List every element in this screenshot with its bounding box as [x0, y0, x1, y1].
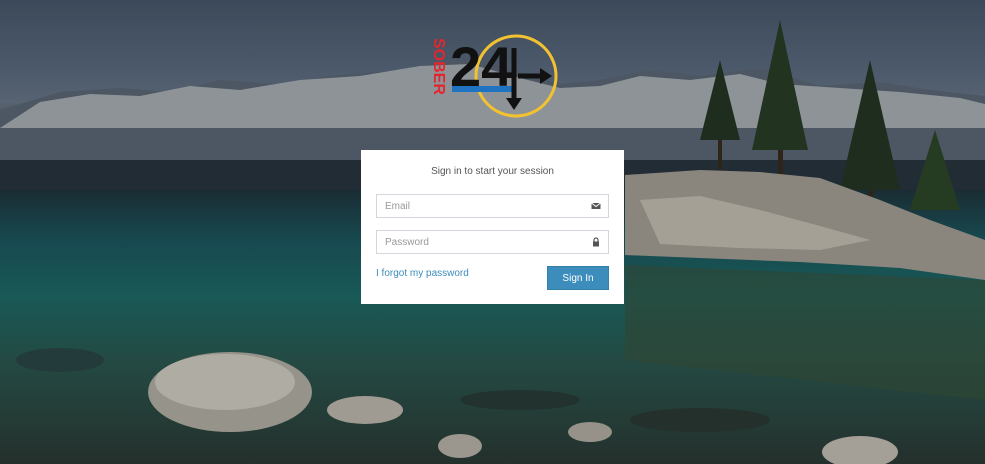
login-box: Sign in to start your session I forgot m…	[361, 150, 624, 304]
sign-in-button[interactable]: Sign In	[547, 266, 609, 290]
sober24-logo: SOBER 24	[422, 28, 562, 124]
email-field[interactable]	[376, 194, 609, 218]
envelope-icon	[591, 202, 601, 209]
email-input[interactable]	[377, 195, 593, 217]
svg-text:SOBER: SOBER	[430, 38, 447, 95]
forgot-password-link[interactable]: I forgot my password	[376, 268, 469, 279]
login-message: Sign in to start your session	[431, 166, 554, 177]
login-actions: I forgot my password Sign In	[376, 266, 609, 290]
password-input[interactable]	[377, 231, 593, 253]
lock-icon	[593, 237, 599, 247]
password-field[interactable]	[376, 230, 609, 254]
